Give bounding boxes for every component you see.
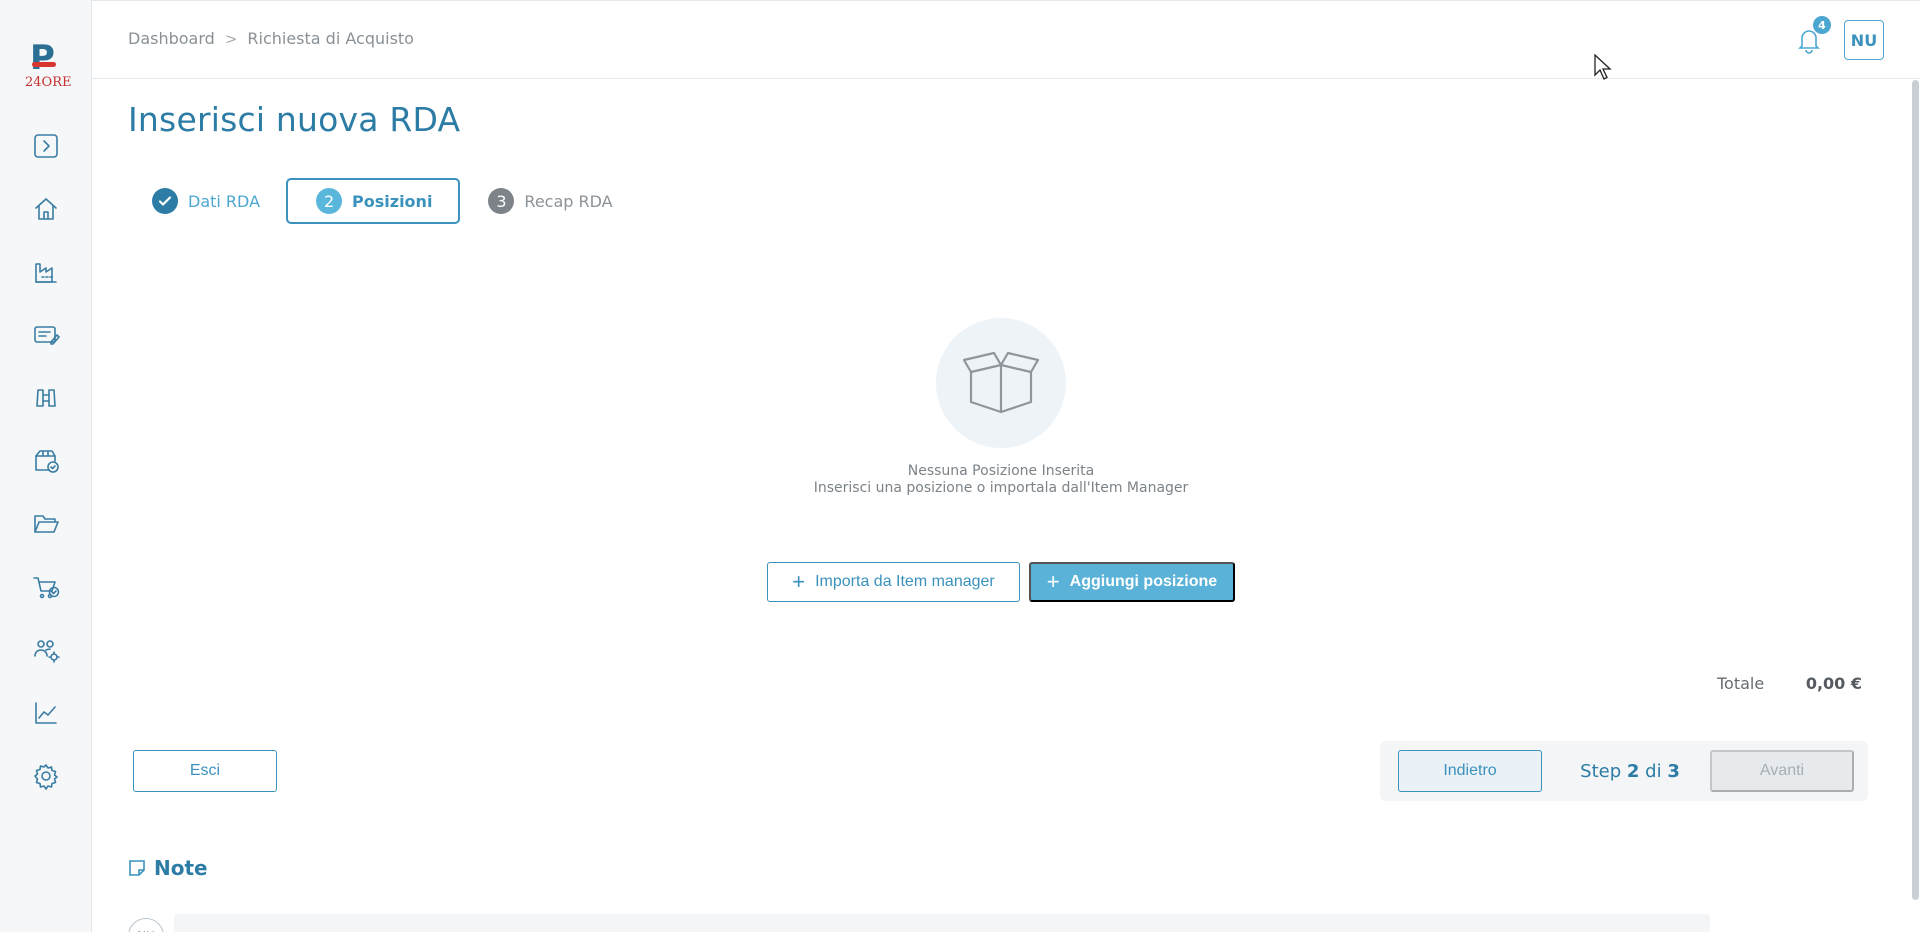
step-word: Step [1580,761,1622,782]
total-label: Totale [1717,674,1765,693]
notes-section-title: Note [128,856,208,880]
wizard-stepper: Dati RDA 2 Posizioni 3 Recap RDA [144,178,627,224]
sidebar-item-expand[interactable] [30,130,62,162]
notes-title-label: Note [154,856,208,880]
sidebar-item-analytics[interactable] [30,697,62,729]
back-button[interactable]: Indietro [1398,750,1542,792]
add-position-button[interactable]: + Aggiungi posizione [1029,562,1235,602]
scrollbar-thumb[interactable] [1912,80,1919,900]
sidebar-item-suppliers[interactable] [30,256,62,288]
users-gear-icon [34,640,60,663]
current-step: 2 [1626,761,1640,782]
logo-mark: P [30,38,56,78]
main-content: Inserisci nuova RDA Dati RDA 2 Posizioni… [92,80,1908,932]
total-value: 0,00 € [1805,674,1862,693]
folder-open-icon [34,515,59,533]
exit-button[interactable]: Esci [133,750,277,792]
breadcrumb: Dashboard > Richiesta di Acquisto [128,29,414,48]
import-button-label: Importa da Item manager [815,573,995,590]
page-scrollbar[interactable] [1910,80,1920,932]
package-check-icon [35,450,59,473]
empty-state-illustration [936,318,1066,448]
home-icon [35,198,57,220]
wizard-navigation: Indietro Step 2 di 3 Avanti [1380,741,1868,801]
sidebar-item-users[interactable] [30,634,62,666]
cart-check-icon [33,577,60,599]
logo-text: 24ORE [25,75,72,90]
breadcrumb-separator: > [224,29,238,48]
plus-icon: + [792,569,806,594]
binoculars-icon [36,389,56,407]
top-header: Dashboard > Richiesta di Acquisto 4 NU [92,0,1920,79]
step-label: Dati RDA [188,191,261,211]
sidebar: P 24ORE [0,0,92,932]
step-recap-rda[interactable]: 3 Recap RDA [474,178,626,224]
app-root: P 24ORE Dashboard > Richiesta di Acquist… [0,0,1920,932]
total-steps: 3 [1667,761,1680,782]
chevron-right-box-icon [34,134,58,158]
sidebar-item-purchases[interactable] [30,571,62,603]
plus-icon: + [1046,569,1060,594]
next-button[interactable]: Avanti [1710,750,1854,792]
add-button-label: Aggiungi posizione [1069,573,1218,590]
breadcrumb-dashboard[interactable]: Dashboard [128,29,215,48]
step-label: Posizioni [352,191,433,211]
note-icon [129,860,145,876]
sidebar-item-documents[interactable] [30,508,62,540]
step-number: 3 [488,188,515,214]
notification-count-badge: 4 [1813,16,1831,34]
sidebar-item-orders[interactable] [30,445,62,477]
logo[interactable]: P 24ORE [22,38,72,90]
gear-icon [34,764,58,790]
note-author-avatar: NU [128,918,164,932]
check-icon [152,188,178,214]
breadcrumb-current: Richiesta di Acquisto [247,29,414,48]
page-title: Inserisci nuova RDA [128,100,461,139]
sidebar-item-home[interactable] [30,193,62,225]
import-item-manager-button[interactable]: + Importa da Item manager [767,562,1020,602]
note-input[interactable] [174,914,1710,932]
open-box-icon [962,351,1040,414]
of-word: di [1645,761,1662,782]
empty-state-title: Nessuna Posizione Inserita [907,463,1095,479]
user-avatar[interactable]: NU [1844,20,1884,60]
edit-document-icon [34,326,60,345]
step-counter: Step 2 di 3 [1560,761,1700,782]
factory-icon [35,263,57,283]
total-summary: Totale 0,00 € [1717,674,1862,693]
sidebar-item-settings[interactable] [30,760,62,792]
step-label: Recap RDA [524,191,613,211]
notifications-button[interactable]: 4 [1794,16,1831,59]
step-dati-rda[interactable]: Dati RDA [144,178,274,224]
sidebar-item-search[interactable] [30,382,62,414]
step-posizioni[interactable]: 2 Posizioni [286,178,461,224]
mouse-cursor-icon [1594,54,1612,80]
step-number: 2 [316,188,343,214]
chart-line-icon [35,702,57,724]
sidebar-item-contracts[interactable] [30,319,62,351]
empty-state-subtitle: Inserisci una posizione o importala dall… [813,480,1189,496]
